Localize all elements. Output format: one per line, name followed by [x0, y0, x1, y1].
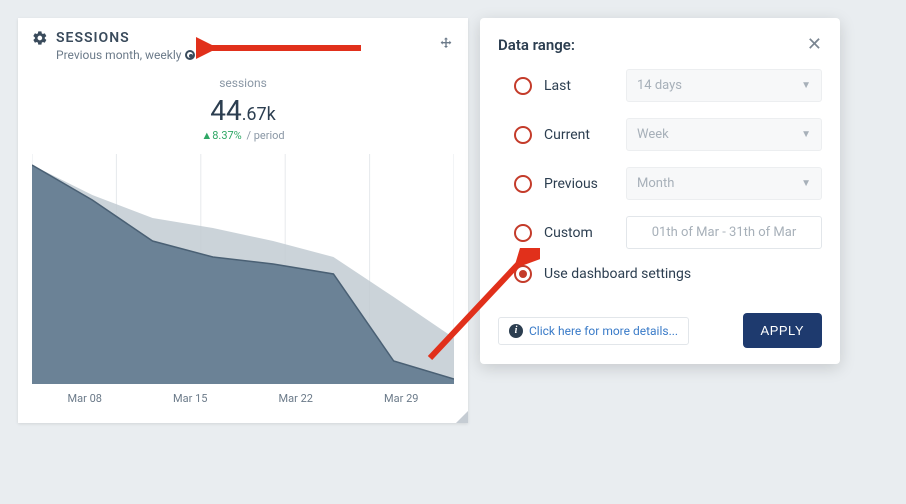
details-link[interactable]: i Click here for more details... — [498, 317, 689, 345]
sessions-card: SESSIONS Previous month, weekly sessions… — [18, 18, 468, 423]
x-tick: Mar 15 — [173, 392, 207, 405]
radio-previous-label: Previous — [544, 176, 614, 192]
radio-last-label: Last — [544, 78, 614, 94]
chevron-down-icon: ▼ — [801, 129, 811, 140]
x-tick: Mar 22 — [279, 392, 313, 405]
change-value: 8.37% — [212, 129, 242, 142]
metric-block: sessions 44.67k ▲8.37% / period — [18, 76, 468, 142]
metric-value: 44.67k — [18, 94, 468, 127]
info-icon: i — [509, 324, 523, 338]
change-period: / period — [246, 129, 284, 142]
change-arrow-icon: ▲ — [201, 129, 212, 142]
sessions-chart — [32, 154, 454, 384]
data-range-popover: Data range: ✕ Last 14 days ▼ Current Wee… — [480, 18, 840, 364]
select-previous[interactable]: Month ▼ — [626, 167, 822, 200]
option-last-row: Last 14 days ▼ — [498, 69, 822, 102]
radio-previous[interactable] — [514, 175, 532, 193]
option-current-row: Current Week ▼ — [498, 118, 822, 151]
details-link-text: Click here for more details... — [529, 324, 678, 338]
chart-area — [32, 154, 454, 384]
radio-last[interactable] — [514, 77, 532, 95]
dashboard-settings-indicator-icon — [185, 50, 195, 60]
apply-button[interactable]: APPLY — [743, 313, 822, 348]
select-current-value: Week — [637, 127, 669, 142]
radio-current[interactable] — [514, 126, 532, 144]
gear-icon[interactable] — [32, 30, 48, 46]
x-tick: Mar 08 — [68, 392, 102, 405]
metric-decimals: .67k — [242, 104, 276, 125]
radio-dashboard-label: Use dashboard settings — [544, 266, 691, 282]
radio-dashboard[interactable] — [514, 265, 532, 283]
close-icon: ✕ — [807, 34, 822, 54]
x-axis-labels: Mar 08 Mar 15 Mar 22 Mar 29 — [32, 392, 454, 405]
radio-current-label: Current — [544, 127, 614, 143]
close-button[interactable]: ✕ — [807, 34, 822, 55]
card-subtitle-text: Previous month, weekly — [56, 48, 181, 62]
radio-custom[interactable] — [514, 224, 532, 242]
card-header: SESSIONS Previous month, weekly — [18, 18, 468, 66]
card-title: SESSIONS — [56, 30, 130, 46]
popover-title: Data range: — [498, 36, 575, 54]
card-subtitle: Previous month, weekly — [56, 48, 438, 62]
x-tick: Mar 29 — [384, 392, 418, 405]
option-custom-row: Custom 01th of Mar - 31th of Mar — [498, 216, 822, 249]
move-icon[interactable] — [438, 30, 454, 52]
metric-change: ▲8.37% / period — [18, 129, 468, 142]
select-last[interactable]: 14 days ▼ — [626, 69, 822, 102]
chevron-down-icon: ▼ — [801, 178, 811, 189]
metric-label: sessions — [18, 76, 468, 90]
select-last-value: 14 days — [637, 78, 682, 93]
card-title-block: SESSIONS Previous month, weekly — [32, 30, 438, 62]
option-previous-row: Previous Month ▼ — [498, 167, 822, 200]
radio-custom-label: Custom — [544, 225, 614, 241]
metric-int: 44 — [210, 94, 241, 127]
resize-handle-icon[interactable] — [456, 411, 468, 423]
option-dashboard-row: Use dashboard settings — [498, 265, 822, 283]
select-current[interactable]: Week ▼ — [626, 118, 822, 151]
select-previous-value: Month — [637, 176, 674, 191]
custom-date-input[interactable]: 01th of Mar - 31th of Mar — [626, 216, 822, 249]
chevron-down-icon: ▼ — [801, 80, 811, 91]
